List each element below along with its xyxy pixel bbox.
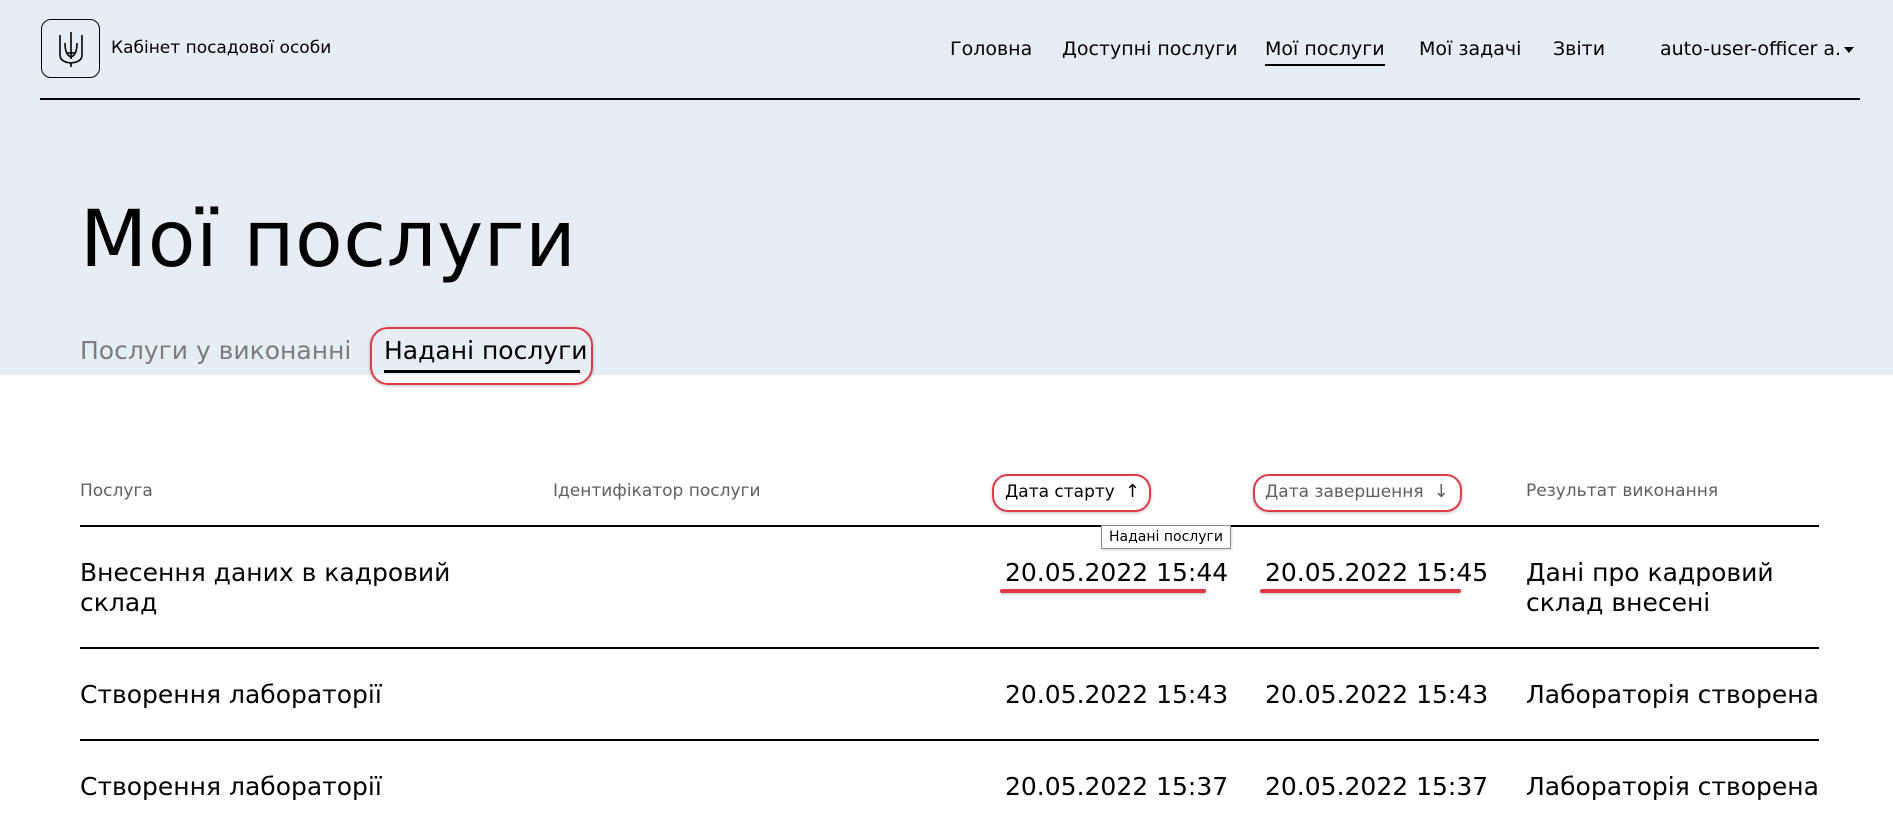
page-title: Мої послуги [80,195,577,285]
column-header-result: Результат виконання [1526,481,1719,501]
table-row-1-start: 20.05.2022 15:44 [1005,558,1229,587]
table-row-2-end: 20.05.2022 15:43 [1265,680,1489,709]
nav-my-tasks[interactable]: Мої задачі [1419,38,1521,60]
table-row-1-end: 20.05.2022 15:45 [1265,558,1489,587]
tooltip: Надані послуги [1101,525,1231,549]
annotation-underline-start [1000,589,1206,593]
column-header-start-date-label: Дата старту [1005,482,1115,502]
nav-reports[interactable]: Звіти [1553,38,1605,60]
table-row-2-start: 20.05.2022 15:43 [1005,680,1229,709]
nav-my-services[interactable]: Мої послуги [1265,38,1385,66]
arrow-up-icon: ↑ [1124,481,1140,502]
column-header-end-date[interactable]: Дата завершення ↓ [1265,481,1449,502]
table-row-2-service[interactable]: Створення лабораторії [80,680,382,710]
tab-services-in-progress[interactable]: Послуги у виконанні [80,336,351,365]
column-header-end-date-label: Дата завершення [1265,482,1424,502]
annotation-underline-end [1260,589,1461,593]
table-row-divider [80,739,1819,741]
arrow-down-icon: ↓ [1433,481,1449,502]
table-header-divider [80,525,1819,527]
table-row-3-result: Лабораторія створена [1526,772,1819,801]
table-row-2-result: Лабораторія створена [1526,680,1819,709]
active-tab-indicator [384,370,580,373]
trident-icon [58,31,83,67]
brand-title: Кабінет посадової особи [111,38,332,58]
column-header-service-id: Ідентифікатор послуги [553,481,761,501]
trident-logo[interactable] [41,19,100,78]
nav-available-services[interactable]: Доступні послуги [1062,38,1238,60]
tab-provided-services[interactable]: Надані послуги [384,336,588,365]
column-header-service: Послуга [80,481,153,501]
user-menu[interactable]: auto-user-officer a. [1660,38,1841,60]
table-row-3-service[interactable]: Створення лабораторії [80,772,382,802]
table-row-1-service[interactable]: Внесення даних в кадровий склад [80,558,500,618]
header-divider [40,98,1860,100]
nav-home[interactable]: Головна [950,38,1032,60]
caret-down-icon[interactable] [1844,47,1854,53]
table-row-3-end: 20.05.2022 15:37 [1265,772,1489,801]
table-row-1-result: Дані про кадровий склад внесені [1526,558,1774,617]
table-row-divider [80,647,1819,649]
column-header-start-date[interactable]: Дата старту ↑ [1005,481,1140,502]
table-row-3-start: 20.05.2022 15:37 [1005,772,1229,801]
